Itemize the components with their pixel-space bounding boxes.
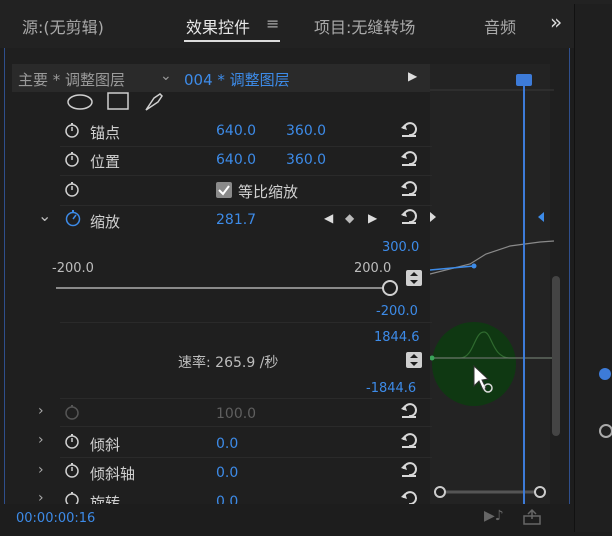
skew-axis-value[interactable]: 0.0 <box>216 465 238 481</box>
add-keyframe-icon[interactable]: ◆ <box>345 211 354 225</box>
anchor-x-value[interactable]: 640.0 <box>216 123 256 139</box>
tab-audio[interactable]: 音频 <box>484 14 516 38</box>
adjacent-panel <box>574 4 612 532</box>
play-clip-icon[interactable]: ▶ <box>408 69 417 83</box>
rectangle-mask-icon[interactable] <box>107 92 129 110</box>
playhead-line[interactable] <box>523 80 525 504</box>
uniform-scale-stopwatch-icon <box>64 180 80 198</box>
scale-value[interactable]: 281.7 <box>216 212 256 228</box>
scale-width-expand-chevron-icon[interactable]: › <box>38 403 44 419</box>
scale-width-value: 100.0 <box>216 406 257 422</box>
uniform-scale-label: 等比缩放 <box>238 183 299 201</box>
adjacent-panel-indicator <box>599 368 611 380</box>
prev-keyframe-icon[interactable]: ◀ <box>324 211 333 225</box>
anchor-reset-icon[interactable] <box>400 121 418 139</box>
skew-axis-stopwatch-icon[interactable] <box>64 461 80 479</box>
master-clip-label[interactable]: 主要 * 调整图层 <box>18 69 125 90</box>
skew-axis-label: 倾斜轴 <box>90 465 136 483</box>
uniform-scale-reset-icon[interactable] <box>400 180 418 198</box>
row-divider <box>60 146 432 147</box>
velocity-rate-text: 速率: 265.9 /秒 <box>178 355 279 371</box>
scale-slider-handle[interactable] <box>382 280 398 296</box>
scale-keyframe-point <box>471 263 477 269</box>
rotation-expand-chevron-icon[interactable]: › <box>38 490 44 504</box>
clip-name-label[interactable]: 004 * 调整图层 <box>184 69 290 90</box>
skew-expand-chevron-icon[interactable]: › <box>38 432 44 448</box>
anchor-label: 锚点 <box>90 124 121 142</box>
rotation-reset-icon[interactable] <box>400 490 418 504</box>
skew-stopwatch-icon[interactable] <box>64 432 80 450</box>
tab-source[interactable]: 源:(无剪辑) <box>22 14 104 38</box>
current-timecode[interactable]: 00:00:00:16 <box>16 511 95 526</box>
skew-label: 倾斜 <box>90 436 121 454</box>
scale-graph-bottom-value: -200.0 <box>376 304 418 319</box>
scale-width-stopwatch-icon <box>64 403 80 421</box>
scale-width-reset-icon[interactable] <box>400 402 418 420</box>
skew-reset-icon[interactable] <box>400 432 418 450</box>
row-divider <box>60 426 432 427</box>
clip-dropdown-chevron-icon[interactable]: ⌄ <box>160 68 172 84</box>
in-keyframe-marker <box>430 212 436 222</box>
position-x-value[interactable]: 640.0 <box>216 152 256 168</box>
skew-value[interactable]: 0.0 <box>216 436 238 452</box>
scale-reset-icon[interactable] <box>400 208 418 226</box>
tab-project[interactable]: 项目:无缝转场 <box>314 14 415 38</box>
mask-tools <box>66 92 176 112</box>
graph-curves <box>430 89 554 498</box>
click-highlight-circle <box>432 322 516 406</box>
skew-axis-expand-chevron-icon[interactable]: › <box>38 462 44 478</box>
pen-mask-icon[interactable] <box>145 93 163 111</box>
clip-header: 主要 * 调整图层 ⌄ 004 * 调整图层 ▶ <box>12 64 430 92</box>
scale-label: 缩放 <box>90 213 121 231</box>
position-stopwatch-icon[interactable] <box>64 150 80 168</box>
tab-effect-controls[interactable]: 效果控件 <box>186 14 250 38</box>
scale-collapse-chevron-icon[interactable]: ⌄ <box>38 206 51 225</box>
velocity-top-value: 1844.6 <box>374 330 420 345</box>
ellipse-mask-icon[interactable] <box>67 94 93 110</box>
position-label: 位置 <box>90 153 121 171</box>
row-divider <box>60 457 432 458</box>
position-reset-icon[interactable] <box>400 150 418 168</box>
rotation-value[interactable]: 0.0 <box>216 494 238 504</box>
velocity-graph-expand-icon[interactable] <box>406 352 422 368</box>
active-tab-underline <box>184 40 280 42</box>
out-keyframe-marker <box>538 212 544 222</box>
rotation-stopwatch-icon[interactable] <box>64 490 80 504</box>
panel-tab-bar: 源:(无剪辑) 效果控件 ≡ 项目:无缝转场 音频 » 节 <box>0 0 612 48</box>
overflow-tabs-icon[interactable]: » <box>550 10 562 34</box>
rotation-label: 旋转 <box>90 494 121 504</box>
velocity-bottom-value: -1844.6 <box>366 381 417 396</box>
rotation-row-clip: › 旋转 0.0 <box>0 488 432 504</box>
scale-stopwatch-active-icon[interactable] <box>64 209 82 227</box>
vertical-scrollbar[interactable] <box>552 276 560 436</box>
uniform-scale-checkbox[interactable] <box>216 182 232 198</box>
scale-slider-min-label: -200.0 <box>52 261 94 276</box>
anchor-y-value[interactable]: 360.0 <box>286 123 326 139</box>
zoom-handle-left <box>434 486 446 498</box>
scale-slider-track[interactable] <box>56 287 386 289</box>
row-divider <box>60 205 432 206</box>
position-y-value[interactable]: 360.0 <box>286 152 326 168</box>
skew-axis-reset-icon[interactable] <box>400 461 418 479</box>
row-divider <box>60 322 432 323</box>
row-divider <box>60 398 432 399</box>
zoom-handle-right <box>534 486 546 498</box>
anchor-stopwatch-icon[interactable] <box>64 121 80 139</box>
scale-graph-expand-icon[interactable] <box>406 270 422 286</box>
play-audio-icon[interactable]: ▶♪ <box>484 508 504 524</box>
scale-graph-top-value: 300.0 <box>382 240 420 255</box>
row-divider <box>60 175 432 176</box>
panel-menu-icon[interactable]: ≡ <box>266 14 279 33</box>
adjacent-panel-handle[interactable] <box>599 424 612 438</box>
export-icon[interactable] <box>522 508 542 526</box>
next-keyframe-icon[interactable]: ▶ <box>368 211 377 225</box>
scale-slider-max-label: 200.0 <box>354 261 392 276</box>
scale-curve-selected <box>430 265 475 271</box>
panel-footer: 00:00:00:16 ▶♪ <box>4 504 570 532</box>
